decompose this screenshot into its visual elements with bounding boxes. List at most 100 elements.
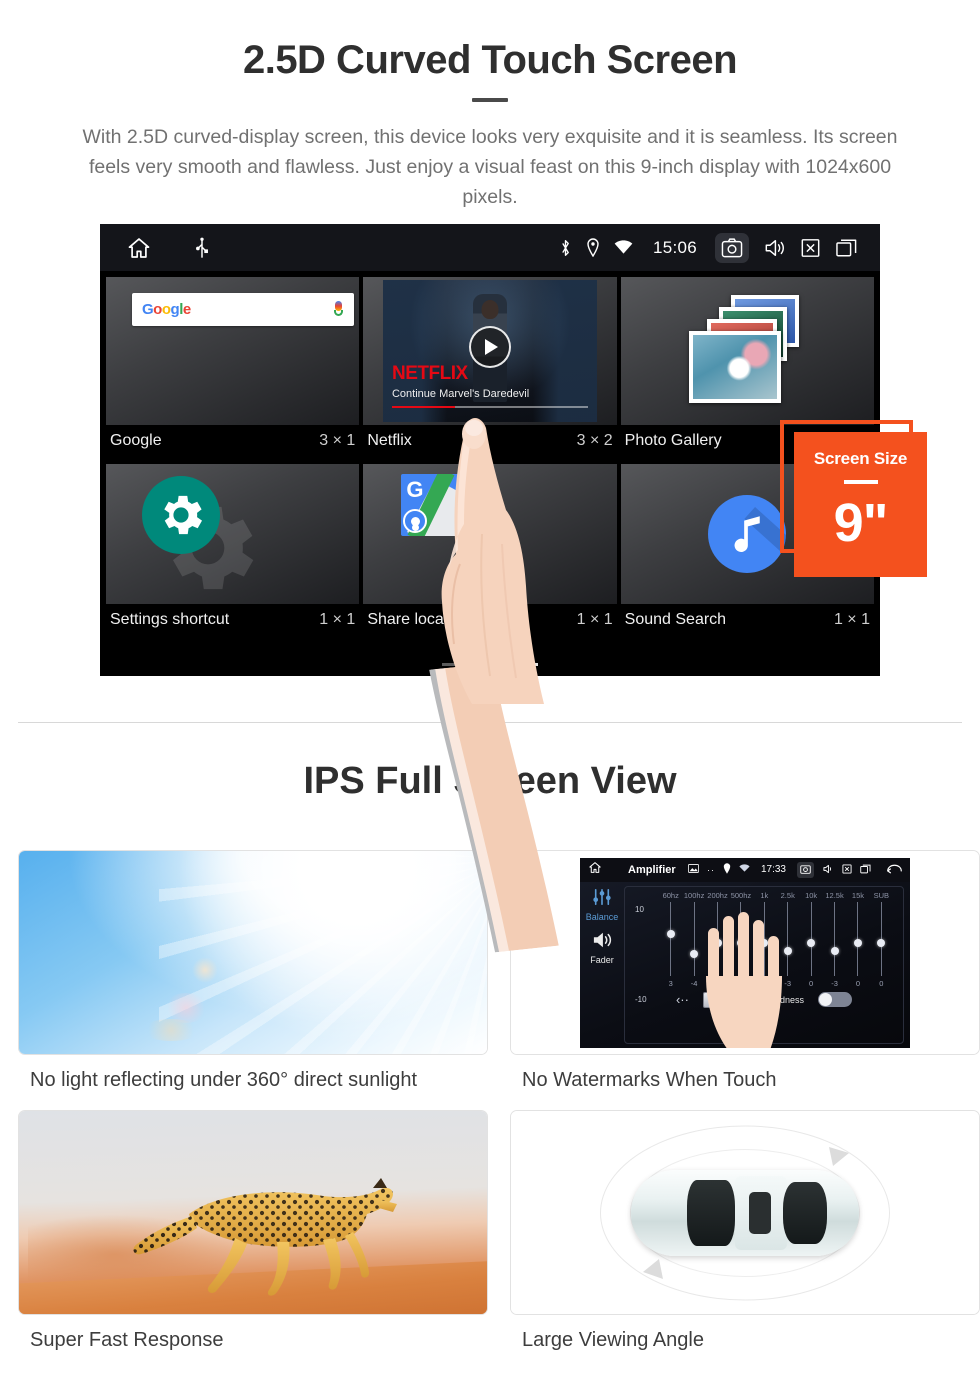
widget-name: Photo Gallery [624,432,722,449]
amplifier-time: 17:33 [760,864,786,875]
widget-size: 1 × 1 [576,611,613,628]
widget-name: Google [110,432,162,449]
netflix-widget[interactable]: NETFLIX Continue Marvel's Daredevil [363,277,617,425]
widget-caption: Share location 1 × 1 [363,604,616,639]
running-cheetah-image [19,1111,487,1314]
music-note-icon[interactable] [708,495,787,573]
google-search-widget[interactable]: Google [106,277,360,425]
equalizer-band[interactable]: 0 [799,901,822,988]
photo-stack [683,295,811,407]
widget-name: Netflix [367,432,412,449]
slider-knob[interactable] [666,929,675,938]
camera-icon[interactable] [715,232,749,263]
slider-track[interactable] [830,901,839,976]
band-value: 0 [879,978,884,988]
widget-netflix[interactable]: NETFLIX Continue Marvel's Daredevil Netf… [363,277,617,460]
card-caption: Large Viewing Angle [522,1329,704,1351]
slider-knob[interactable] [830,947,839,956]
netflix-logo: NETFLIX [391,363,468,384]
sunroof [749,1191,771,1234]
page-title: 2.5D Curved Touch Screen [242,38,738,82]
badge-rule [843,480,878,484]
frequency-label: 60hz [662,890,679,900]
back-icon[interactable]: ‹·· [676,992,689,1007]
balance-button[interactable]: Balance [580,888,624,922]
screen-size-value: 9" [833,493,889,553]
wifi-icon [614,240,633,255]
volume-icon[interactable] [763,238,786,258]
equalizer-band[interactable]: -3 [823,901,846,988]
windshield [687,1179,735,1246]
progress-bar [391,406,588,408]
wifi-icon [739,864,750,875]
home-icon[interactable] [126,236,152,260]
amplifier-status-bar: Amplifier ·· 17:33 [580,857,910,882]
loudness-toggle[interactable] [818,992,853,1007]
curved-touch-screen-section: 2.5D Curved Touch Screen With 2.5D curve… [0,0,980,953]
equalizer-band[interactable]: 0 [870,901,893,988]
microphone-icon[interactable] [333,300,344,319]
hand-on-equalizer [706,911,782,1048]
widget-settings-shortcut[interactable]: Settings shortcut 1 × 1 [106,464,360,639]
more-icon[interactable]: ·· [707,865,715,875]
fader-label: Fader [590,954,614,965]
slider-knob[interactable] [807,938,816,947]
amplifier-image-frame: Amplifier ·· 17:33 Balance Fader 60hz 10… [510,850,980,1055]
location-icon [723,863,731,876]
share-location-widget[interactable]: G [363,464,617,604]
slider-track[interactable] [666,901,675,976]
widget-grid: Google Google 3 × 1 NETFLIX Continue Mar… [100,271,880,639]
feature-card-watermarks: Amplifier ·· 17:33 Balance Fader 60hz 10… [510,850,980,1092]
close-box-icon[interactable] [842,863,852,876]
google-maps-icon[interactable]: G [401,474,464,536]
home-icon[interactable] [588,861,602,879]
frequency-label: 2.5k [780,890,795,900]
widget-share-location[interactable]: G Share location 1 × 1 [363,464,617,639]
slider-track[interactable] [853,901,862,976]
slider-knob[interactable] [853,938,862,947]
back-icon[interactable] [887,864,902,876]
widget-name: Share location [367,611,470,628]
settings-gear-icon[interactable] [142,476,220,554]
amplifier-side-nav: Balance Fader [580,882,624,1048]
widget-size: 1 × 1 [319,611,356,628]
amplifier-screen: Amplifier ·· 17:33 Balance Fader 60hz 10… [580,857,910,1048]
widget-size: 1 × 1 [833,611,870,628]
car-body [631,1169,859,1256]
photo-gallery-widget[interactable] [620,277,874,425]
balance-label: Balance [585,911,619,922]
sun-rays [159,851,487,1054]
volume-icon[interactable] [822,864,834,876]
slider-track[interactable] [807,901,816,976]
recent-apps-icon[interactable] [835,238,858,258]
slider-knob[interactable] [877,938,886,947]
settings-shortcut-widget[interactable] [106,464,360,604]
widget-google[interactable]: Google Google 3 × 1 [106,277,360,460]
frequency-label: 1k [760,890,769,900]
fader-button[interactable]: Fader [580,931,624,965]
frequency-label: SUB [873,890,890,900]
netflix-thumbnail[interactable]: NETFLIX Continue Marvel's Daredevil [382,280,597,422]
axis-min-label: -10 [635,994,647,1004]
gallery-icon[interactable] [687,864,699,875]
search-input[interactable]: Google [132,293,354,326]
widget-size: 3 × 1 [319,432,356,449]
frequency-label: 15k [851,890,864,900]
equalizer-band[interactable]: 0 [846,901,869,988]
feature-card-viewing-angle: Large Viewing Angle [510,1110,980,1352]
slider-knob[interactable] [690,950,699,959]
camera-icon[interactable] [797,861,814,878]
equalizer-band[interactable]: 3 [659,901,682,988]
usb-icon[interactable] [194,237,210,259]
band-value: -3 [831,978,838,988]
slider-track[interactable] [690,901,699,976]
widget-name: Sound Search [624,611,727,628]
cheetah-silhouette [133,1178,397,1296]
card-caption: Super Fast Response [30,1329,224,1351]
close-box-icon[interactable] [800,238,821,258]
recent-apps-icon[interactable] [860,864,871,876]
lens-flare-1 [192,956,219,983]
slider-track[interactable] [877,901,886,976]
play-icon[interactable] [468,325,511,368]
status-bar: 15:06 [100,224,880,271]
